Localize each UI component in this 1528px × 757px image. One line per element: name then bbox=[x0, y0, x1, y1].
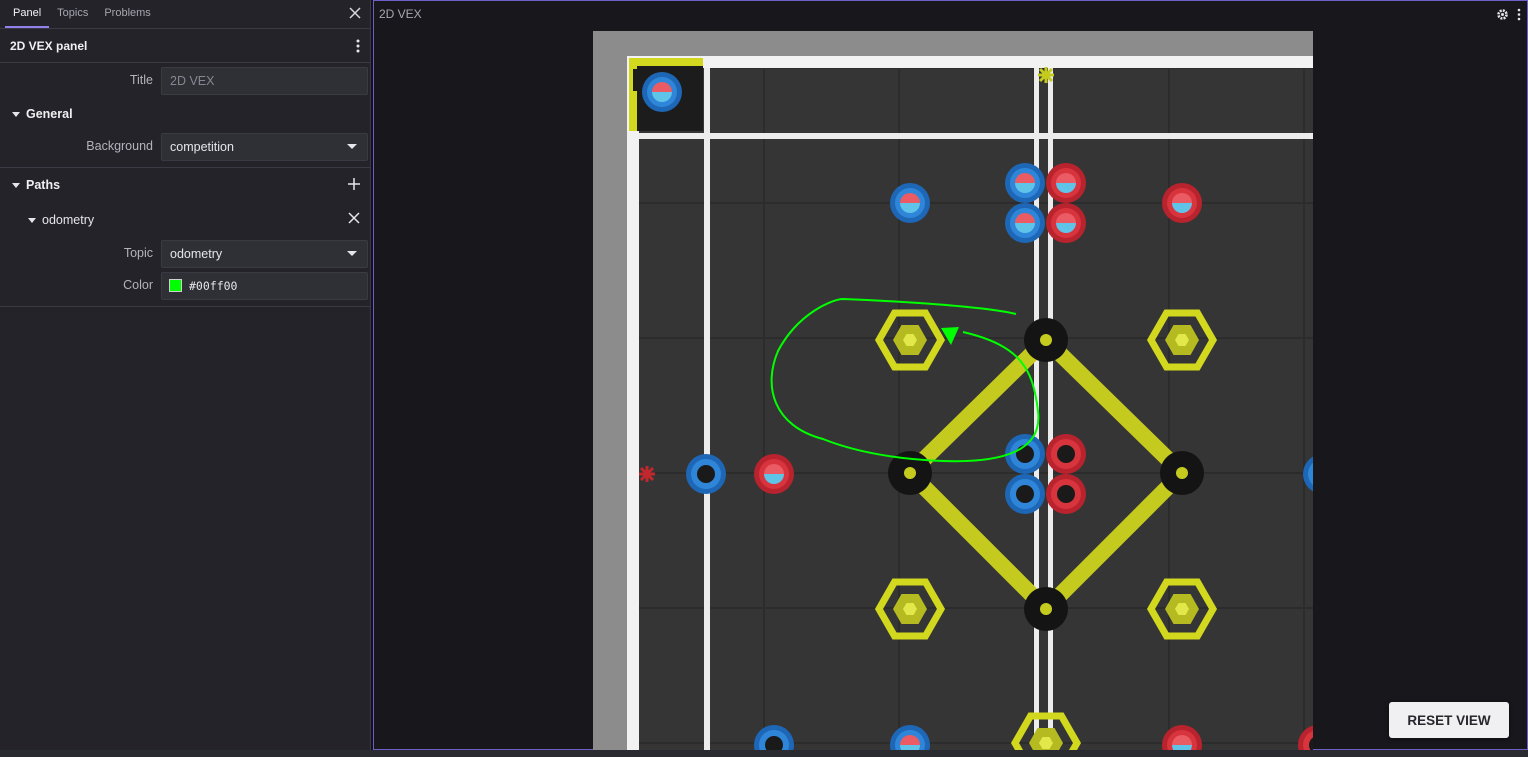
collapse-triangle-icon[interactable] bbox=[12, 111, 20, 117]
background-label: Background bbox=[86, 139, 153, 153]
background-row: Background competition bbox=[0, 131, 370, 163]
tab-topics[interactable]: Topics bbox=[49, 7, 96, 28]
chevron-down-icon bbox=[347, 144, 357, 149]
background-select[interactable]: competition bbox=[161, 133, 368, 161]
red-ring bbox=[1046, 474, 1086, 514]
panel-title: 2D VEX panel bbox=[10, 38, 88, 53]
more-options-icon[interactable] bbox=[1517, 8, 1521, 21]
divider bbox=[0, 306, 370, 307]
red-marker bbox=[754, 454, 794, 494]
red-marker bbox=[1046, 203, 1086, 243]
reset-view-button[interactable]: RESET VIEW bbox=[1389, 702, 1509, 738]
general-section-label: General bbox=[26, 107, 73, 121]
title-input[interactable]: 2D VEX bbox=[161, 67, 368, 95]
settings-sidebar: Panel Topics Problems 2D VEX panel Title… bbox=[0, 0, 371, 757]
yellow-star-marker bbox=[1038, 67, 1054, 83]
title-row: Title 2D VEX bbox=[0, 65, 370, 97]
add-path-icon[interactable] bbox=[348, 178, 360, 190]
red-marker bbox=[1046, 163, 1086, 203]
corner-zone-edge bbox=[629, 58, 703, 66]
chevron-down-icon bbox=[347, 251, 357, 256]
paths-section-label: Paths bbox=[26, 178, 61, 192]
general-section-header[interactable]: General bbox=[0, 97, 370, 131]
tape-line bbox=[639, 133, 1313, 139]
tab-panel[interactable]: Panel bbox=[5, 7, 50, 28]
gear-icon[interactable] bbox=[1496, 8, 1509, 21]
vex-panel: 2D VEX RESET VIEW bbox=[373, 0, 1528, 750]
path-name: odometry bbox=[42, 213, 95, 227]
remove-path-icon[interactable] bbox=[348, 212, 360, 224]
color-input[interactable]: #00ff00 bbox=[161, 272, 368, 300]
red-star-marker bbox=[639, 466, 655, 482]
blue-marker bbox=[642, 72, 682, 112]
corner-zone-edge bbox=[629, 58, 637, 131]
field-canvas[interactable] bbox=[593, 31, 1313, 750]
color-value: #00ff00 bbox=[189, 279, 238, 293]
topic-label: Topic bbox=[123, 246, 153, 260]
topic-select[interactable]: odometry bbox=[161, 240, 368, 268]
color-swatch[interactable] bbox=[169, 279, 182, 292]
panel-title: 2D VEX bbox=[379, 7, 422, 21]
blue-marker bbox=[890, 183, 930, 223]
paths-section-header[interactable]: Paths bbox=[0, 168, 370, 202]
close-sidebar-icon[interactable] bbox=[348, 6, 362, 20]
blue-marker bbox=[1005, 163, 1045, 203]
path-odometry-header[interactable]: odometry bbox=[0, 202, 370, 238]
collapse-triangle-icon[interactable] bbox=[12, 182, 20, 188]
tape-line bbox=[704, 68, 710, 750]
corner-zone-mark bbox=[633, 69, 639, 91]
more-options-icon[interactable] bbox=[355, 39, 361, 53]
topic-row: Topic odometry bbox=[0, 238, 370, 270]
tab-problems[interactable]: Problems bbox=[96, 7, 158, 28]
color-label: Color bbox=[123, 278, 153, 292]
red-marker bbox=[1162, 183, 1202, 223]
topic-value: odometry bbox=[170, 247, 223, 261]
background-value: competition bbox=[170, 140, 234, 154]
title-label: Title bbox=[129, 73, 153, 87]
bottom-bar bbox=[0, 750, 1528, 757]
sidebar-tabs: Panel Topics Problems bbox=[0, 0, 370, 29]
color-row: Color #00ff00 bbox=[0, 270, 370, 302]
panel-header: 2D VEX panel bbox=[0, 29, 370, 63]
blue-ring bbox=[1005, 474, 1045, 514]
blue-ring bbox=[686, 454, 726, 494]
blue-marker bbox=[1005, 203, 1045, 243]
collapse-triangle-icon[interactable] bbox=[28, 217, 36, 223]
red-ring bbox=[1046, 434, 1086, 474]
